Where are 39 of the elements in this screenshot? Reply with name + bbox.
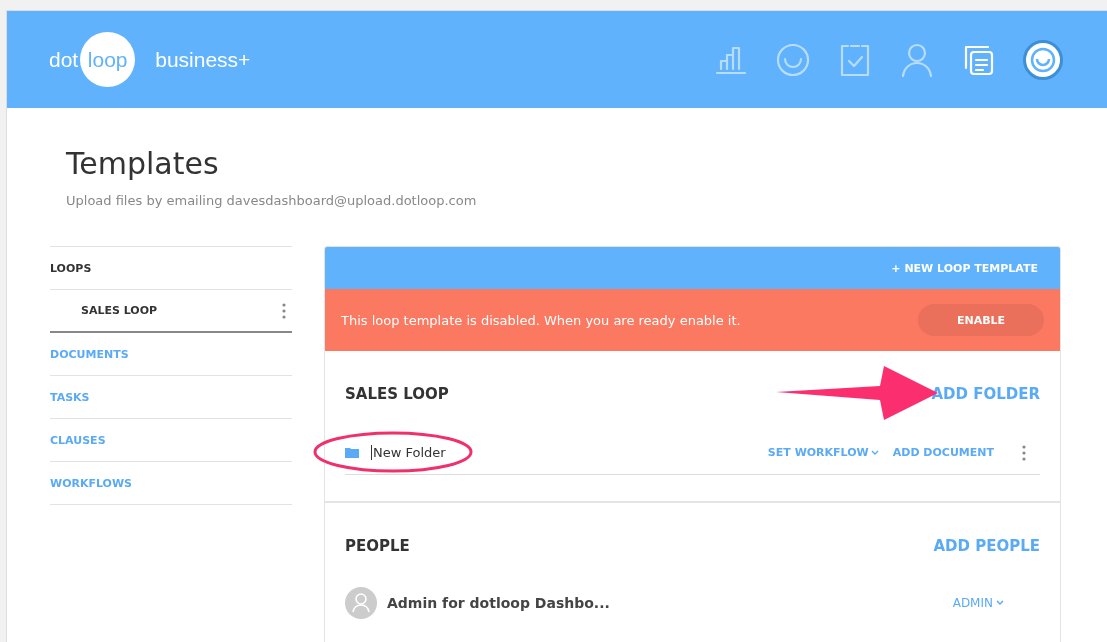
- sidebar-item[interactable]: CLAUSES: [50, 419, 292, 462]
- logo-text: dot: [49, 47, 79, 72]
- clipboard-check-icon: [839, 42, 871, 77]
- person-name: Admin for dotloop Dashbo...: [387, 595, 610, 611]
- sidebar-item-label: SALES LOOP: [81, 304, 158, 317]
- set-workflow-link[interactable]: SET WORKFLOW: [767, 446, 879, 459]
- more-icon[interactable]: [1022, 444, 1026, 461]
- bar-chart-icon: [715, 44, 747, 75]
- page-subtitle: Upload files by emailing davesdashboard@upload.dotloop.com: [66, 193, 478, 208]
- role-dropdown[interactable]: ADMIN: [952, 596, 1004, 610]
- add-folder-link[interactable]: ADD FOLDER: [931, 385, 1040, 403]
- documents-icon: [963, 43, 995, 76]
- sidebar-item[interactable]: TASKS: [50, 376, 292, 419]
- new-loop-template-button[interactable]: + NEW LOOP TEMPLATE: [885, 260, 1044, 276]
- enable-button[interactable]: ENABLE: [918, 304, 1044, 336]
- section-title: PEOPLE: [345, 537, 410, 555]
- folder-name[interactable]: New Folder: [371, 445, 446, 460]
- product-name: business+: [155, 47, 251, 72]
- chevron-down-icon: [870, 449, 879, 456]
- smiley-icon: [776, 42, 810, 77]
- person-avatar: [345, 587, 377, 619]
- folder-icon: [345, 447, 359, 458]
- chevron-down-icon: [996, 600, 1004, 606]
- section-title: SALES LOOP: [345, 385, 449, 403]
- sidebar-item: LOOPS: [50, 247, 292, 290]
- sidebar-item[interactable]: SALES LOOP: [50, 290, 292, 333]
- smiley-icon: [1030, 46, 1056, 73]
- nav-button[interactable]: [775, 41, 811, 78]
- person-icon: [901, 42, 933, 77]
- user-avatar[interactable]: [1023, 39, 1063, 80]
- logo-badge: loop: [80, 32, 136, 87]
- add-document-link[interactable]: ADD DOCUMENT: [892, 446, 994, 459]
- sidebar-item[interactable]: DOCUMENTS: [50, 333, 292, 376]
- banner-message: This loop template is disabled. When you are ready enable it.: [341, 312, 741, 328]
- add-people-link[interactable]: ADD PEOPLE: [933, 537, 1040, 555]
- nav-button[interactable]: [899, 41, 935, 78]
- page-title: Templates: [66, 146, 220, 181]
- sidebar-item[interactable]: WORKFLOWS: [50, 462, 292, 505]
- more-icon[interactable]: [282, 302, 286, 319]
